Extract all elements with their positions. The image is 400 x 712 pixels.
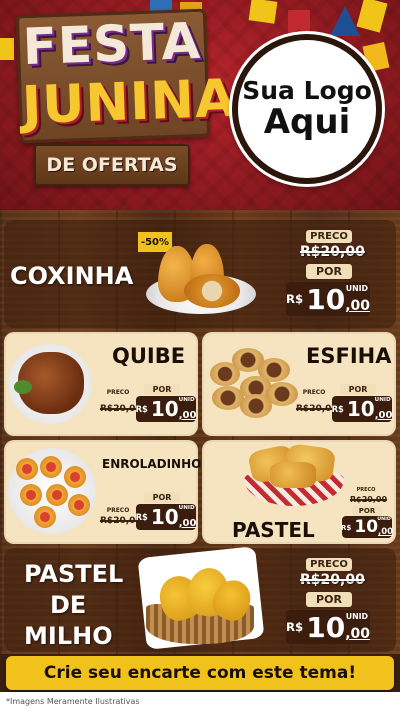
price-decimal: ,00	[178, 517, 197, 529]
new-price: R$ 10 ,00 UNID	[136, 504, 196, 530]
new-price: R$ 10 ,00 UNID	[286, 282, 370, 316]
price-label: PRECO	[306, 558, 352, 571]
price-integer: 10	[306, 282, 346, 316]
por-label: POR	[306, 264, 352, 279]
sign-title-junina: JUNINA	[20, 68, 238, 137]
product-name-pastel-milho-line3: MILHO	[24, 622, 113, 650]
price-decimal: ,00	[378, 526, 394, 537]
old-price: R$20,00	[300, 572, 365, 588]
price-integer: 10	[354, 517, 379, 537]
old-price: R$20,00	[296, 404, 338, 414]
enroladinho-food	[64, 466, 86, 488]
enroladinho-food	[40, 456, 62, 478]
unit-label: UNID	[178, 397, 195, 404]
price-decimal: ,00	[345, 297, 371, 314]
enroladinho-food	[46, 484, 68, 506]
quibe-garnish	[14, 380, 32, 394]
por-label: POR	[144, 492, 180, 503]
price-decimal: ,00	[178, 409, 197, 421]
product-name-pastel-milho-line1: PASTEL	[24, 560, 124, 588]
logo-text-line2: Aqui	[263, 102, 351, 143]
price-integer: 10	[150, 505, 179, 529]
price-decimal: ,00	[374, 409, 393, 421]
unit-label: UNID	[345, 283, 369, 293]
esfiha-food	[240, 394, 272, 418]
product-name-coxinha: COXINHA	[10, 262, 134, 290]
por-label: POR	[306, 592, 352, 607]
sign-subtitle: DE OFERTAS	[46, 154, 178, 176]
old-price: R$20,00	[100, 404, 142, 414]
por-label: POR	[352, 506, 382, 516]
currency: R$	[135, 512, 148, 522]
currency: R$	[286, 292, 304, 306]
unit-label: UNID	[374, 397, 391, 404]
new-price: R$ 10 ,00 UNID	[136, 396, 196, 422]
old-price: R$20,00	[100, 516, 142, 526]
bunting-flag	[248, 0, 278, 24]
price-label: PRECO	[306, 230, 352, 243]
enroladinho-food	[34, 506, 56, 528]
price-label: PRECO	[106, 507, 130, 514]
ofertas-sign: DE OFERTAS	[34, 144, 190, 186]
price-integer: 10	[306, 610, 346, 644]
logo-placeholder: Sua Logo Aqui	[232, 34, 382, 184]
currency: R$	[286, 620, 304, 634]
price-decimal: ,00	[345, 625, 371, 642]
logo-text-line1: Sua Logo	[242, 75, 372, 105]
unit-label: UNID	[178, 505, 195, 512]
cta-button[interactable]: Crie seu encarte com este tema!	[6, 656, 394, 690]
footnote: *Imagens Meramente Ilustrativas	[6, 697, 140, 706]
product-name-enroladinho: ENROLADINHO	[102, 457, 202, 471]
currency: R$	[331, 404, 344, 414]
product-name-pastel: PASTEL	[232, 518, 315, 542]
product-name-pastel-milho-line2: DE	[50, 591, 87, 619]
new-price: R$ 10 ,00 UNID	[340, 516, 394, 538]
bunting-flag	[0, 38, 14, 60]
price-label: PRECO	[302, 389, 326, 396]
new-price: R$ 10 ,00 UNID	[332, 396, 392, 422]
discount-badge: -50%	[138, 232, 172, 252]
currency: R$	[135, 404, 148, 414]
old-price: R$20,00	[300, 244, 365, 260]
sign-title-festa: FESTA	[21, 11, 202, 77]
por-label: POR	[144, 384, 180, 395]
cta-label: Crie seu encarte com este tema!	[43, 663, 357, 683]
festa-junina-sign: FESTA JUNINA	[15, 8, 238, 144]
product-name-esfiha: ESFIHA	[306, 344, 392, 368]
header-banner: FESTA JUNINA DE OFERTAS Sua Logo Aqui	[0, 0, 400, 210]
pastel-food	[270, 462, 316, 488]
unit-label: UNID	[345, 611, 369, 621]
price-label: PRECO	[106, 389, 130, 396]
enroladinho-food	[20, 484, 42, 506]
price-integer: 10	[150, 397, 179, 421]
enroladinho-food	[68, 494, 90, 516]
enroladinho-food	[16, 458, 38, 480]
new-price: R$ 10 ,00 UNID	[286, 610, 370, 644]
currency: R$	[340, 522, 352, 532]
product-name-quibe: QUIBE	[112, 344, 186, 368]
price-label: PRECO	[356, 487, 376, 493]
price-integer: 10	[346, 397, 375, 421]
old-price: R$20,00	[350, 495, 388, 504]
coxinha-food	[184, 274, 240, 308]
por-label: POR	[340, 384, 376, 395]
unit-label: UNID	[377, 517, 391, 523]
